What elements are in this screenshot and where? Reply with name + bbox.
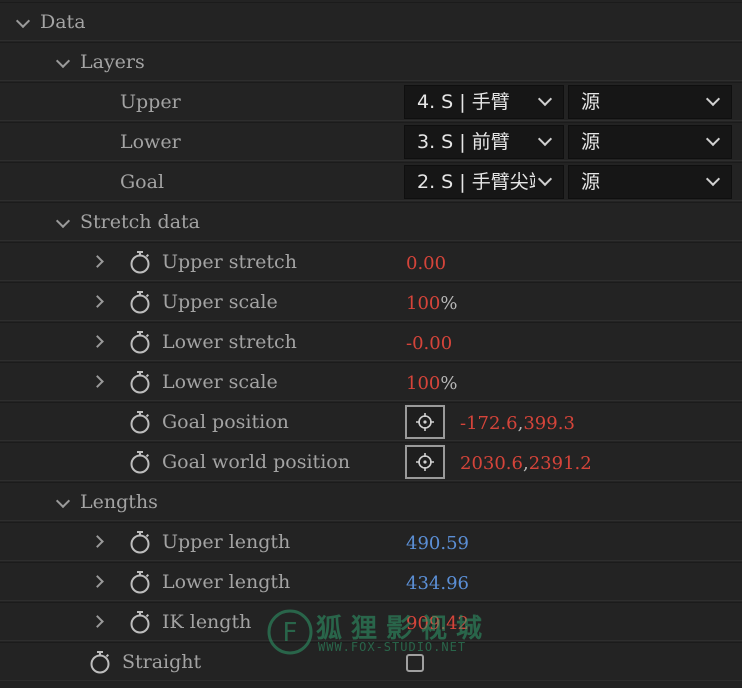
position-y[interactable]: 399.3: [523, 413, 575, 434]
dropdown-value: 3. S | 前臂: [417, 131, 510, 153]
group-data[interactable]: Data: [0, 2, 742, 41]
watermark: F 狐狸影视城 WWW.FOX-STUDIO.NET: [266, 608, 482, 660]
dropdown-value: 源: [581, 171, 601, 193]
property-label: Upper length: [162, 531, 291, 553]
chevron-down-icon[interactable]: [15, 13, 31, 29]
property-value: 490.59: [406, 533, 469, 554]
dropdown-value: 源: [581, 131, 601, 153]
crosshair-button[interactable]: [405, 445, 445, 479]
property-label: Straight: [122, 651, 202, 673]
position-value: -172.6,399.3: [460, 413, 575, 434]
stopwatch-icon[interactable]: [128, 570, 152, 594]
chevron-down-icon[interactable]: [55, 53, 71, 69]
chevron-down-icon: [537, 171, 553, 187]
chevron-down-icon: [705, 171, 721, 187]
layer-row-upper: Upper 4. S | 手臂 源: [0, 82, 742, 121]
property-row-upper-length: Upper length 490.59: [0, 522, 742, 561]
property-row-upper-stretch: Upper stretch 0.00: [0, 242, 742, 281]
source-dropdown[interactable]: 源: [568, 85, 732, 119]
group-layers[interactable]: Layers: [0, 42, 742, 81]
property-value[interactable]: 100: [406, 293, 440, 314]
watermark-url: WWW.FOX-STUDIO.NET: [318, 640, 467, 654]
property-value[interactable]: 100: [406, 373, 440, 394]
chevron-right-icon[interactable]: [91, 255, 104, 268]
property-value-group: 100%: [406, 282, 457, 326]
property-label: Goal: [120, 171, 165, 193]
group-lengths[interactable]: Lengths: [0, 482, 742, 521]
layer-row-lower: Lower 3. S | 前臂 源: [0, 122, 742, 161]
chevron-right-icon[interactable]: [91, 335, 104, 348]
layer-dropdown[interactable]: 2. S | 手臂尖端: [404, 165, 564, 199]
chevron-down-icon[interactable]: [55, 493, 71, 509]
chevron-right-icon[interactable]: [91, 535, 104, 548]
stopwatch-icon[interactable]: [128, 330, 152, 354]
property-label: IK length: [162, 611, 252, 633]
property-row-lower-length: Lower length 434.96: [0, 562, 742, 601]
property-row-goal-world-position: Goal world position 2030.6,2391.2: [0, 442, 742, 481]
stopwatch-icon[interactable]: [128, 290, 152, 314]
position-x[interactable]: 2030.6: [460, 453, 523, 474]
stopwatch-icon[interactable]: [128, 610, 152, 634]
dropdown-value: 2. S | 手臂尖端: [417, 171, 535, 193]
group-stretch-data[interactable]: Stretch data: [0, 202, 742, 241]
chevron-right-icon[interactable]: [91, 295, 104, 308]
property-value[interactable]: 0.00: [406, 242, 446, 286]
crosshair-icon: [416, 453, 434, 471]
unit-label: %: [440, 373, 458, 394]
position-y[interactable]: 2391.2: [529, 453, 592, 474]
chevron-down-icon: [537, 131, 553, 147]
position-value: 2030.6,2391.2: [460, 453, 592, 474]
chevron-down-icon: [537, 91, 553, 107]
crosshair-button[interactable]: [405, 405, 445, 439]
property-label: Upper: [120, 91, 181, 113]
property-value: 434.96: [406, 573, 469, 594]
property-row-lower-stretch: Lower stretch -0.00: [0, 322, 742, 361]
layer-dropdown[interactable]: 4. S | 手臂: [404, 85, 564, 119]
group-label: Layers: [80, 51, 145, 73]
straight-checkbox[interactable]: [406, 654, 424, 672]
chevron-down-icon[interactable]: [55, 213, 71, 229]
property-label: Lower length: [162, 571, 291, 593]
property-label: Lower stretch: [162, 331, 297, 353]
position-x[interactable]: -172.6: [460, 413, 518, 434]
group-label: Stretch data: [80, 211, 200, 233]
stopwatch-icon[interactable]: [128, 410, 152, 434]
property-value[interactable]: -0.00: [406, 322, 452, 366]
property-label: Upper scale: [162, 291, 278, 313]
stopwatch-icon[interactable]: [128, 530, 152, 554]
property-label: Goal world position: [162, 451, 350, 473]
property-label: Lower scale: [162, 371, 278, 393]
stopwatch-icon[interactable]: [88, 650, 112, 674]
watermark-logo: F: [267, 609, 313, 655]
stopwatch-icon[interactable]: [128, 450, 152, 474]
watermark-logo-letter: F: [283, 618, 298, 648]
dropdown-value: 源: [581, 91, 601, 113]
layer-row-goal: Goal 2. S | 手臂尖端 源: [0, 162, 742, 201]
crosshair-icon: [416, 413, 434, 431]
source-dropdown[interactable]: 源: [568, 165, 732, 199]
stopwatch-icon[interactable]: [128, 250, 152, 274]
property-label: Upper stretch: [162, 251, 297, 273]
property-row-goal-position: Goal position -172.6,399.3: [0, 402, 742, 441]
stopwatch-icon[interactable]: [128, 370, 152, 394]
group-label: Lengths: [80, 491, 158, 513]
chevron-right-icon[interactable]: [91, 575, 104, 588]
property-label: Goal position: [162, 411, 289, 433]
property-row-upper-scale: Upper scale 100%: [0, 282, 742, 321]
chevron-down-icon: [705, 91, 721, 107]
property-label: Lower: [120, 131, 181, 153]
property-row-lower-scale: Lower scale 100%: [0, 362, 742, 401]
chevron-right-icon[interactable]: [91, 615, 104, 628]
chevron-down-icon: [705, 131, 721, 147]
source-dropdown[interactable]: 源: [568, 125, 732, 159]
dropdown-value: 4. S | 手臂: [417, 91, 510, 113]
property-value-group: 100%: [406, 362, 457, 406]
unit-label: %: [440, 293, 458, 314]
group-label: Data: [40, 11, 86, 33]
layer-dropdown[interactable]: 3. S | 前臂: [404, 125, 564, 159]
chevron-right-icon[interactable]: [91, 375, 104, 388]
